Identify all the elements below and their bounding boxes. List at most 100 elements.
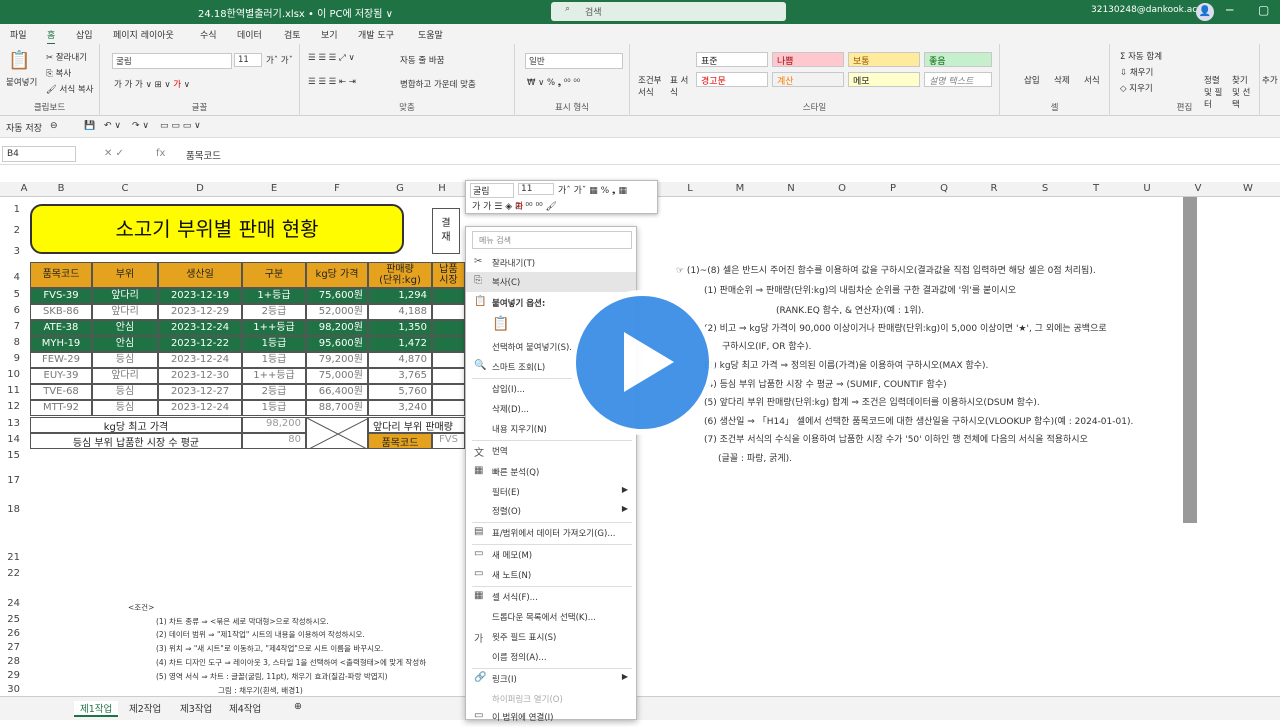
row-header[interactable]: 17 [0,475,20,486]
row-header[interactable]: 14 [0,434,20,445]
col-header[interactable]: D [158,183,242,194]
summary-label[interactable]: 앞다리 부위 판매량 [368,417,465,433]
table-cell[interactable]: 1++등급 [242,368,306,384]
insert-cells-button[interactable]: 삽입 [1024,74,1040,86]
table-cell[interactable]: 2023-12-24 [158,352,242,368]
table-cell[interactable]: SKB-86 [30,304,92,320]
table-cell[interactable]: EUY-39 [30,368,92,384]
account-name[interactable]: 32130248@dankook.ac.kr [1091,5,1209,15]
col-header[interactable]: F [306,183,368,194]
table-cell[interactable] [432,352,465,368]
col-header[interactable]: Q [934,183,954,194]
table-cell[interactable] [432,336,465,352]
redo-icon[interactable]: ↷ ∨ [132,121,149,131]
tab-page-layout[interactable]: 페이지 레이아웃 [113,28,174,41]
formula-input[interactable]: 품목코드 [186,148,221,162]
table-cell[interactable] [432,384,465,400]
style-explanatory[interactable]: 설명 텍스트 [924,72,992,87]
paste-button[interactable]: 붙여넣기 [6,76,37,88]
table-cell[interactable] [432,320,465,336]
col-header[interactable]: A [18,183,30,194]
row-header[interactable]: 3 [0,246,20,257]
table-cell[interactable]: TVE-68 [30,384,92,400]
style-good[interactable]: 좋음 [924,52,992,67]
wrap-text-button[interactable]: 자동 줄 바꿈 [400,54,445,66]
col-header[interactable]: U [1137,183,1157,194]
fill-button[interactable]: ⇩ 채우기 [1120,66,1153,78]
menu-item-link[interactable]: 🔗 링크(I) ▶ [466,669,636,689]
minimize-icon[interactable]: ─ [1226,3,1233,17]
cancel-icon[interactable]: ✕ ✓ [104,148,124,159]
row-header[interactable]: 15 [0,450,20,461]
menu-item-define-name[interactable]: 이름 정의(A)... [466,647,636,667]
table-cell[interactable]: 2등급 [242,384,306,400]
merge-center-button[interactable]: 병합하고 가운데 맞춤 [400,78,476,90]
font-grow-icon[interactable]: 가ˆ 가ˇ [266,54,293,66]
search-box[interactable]: ⌕ 검색 [551,2,786,21]
currency-icon[interactable]: ₩ ∨ % ❟ ⁰⁰ ⁰⁰ [527,78,580,88]
row-header[interactable]: 21 [0,552,20,563]
table-cell[interactable]: 안심 [92,320,158,336]
table-cell[interactable]: 4,188 [368,304,432,320]
table-cell[interactable]: 앞다리 [92,304,158,320]
summary-value[interactable]: 80 [242,433,306,449]
row-header[interactable]: 7 [0,321,20,332]
row-header[interactable]: 22 [0,568,20,579]
table-cell[interactable]: 앞다리 [92,288,158,304]
style-warning[interactable]: 경고문 [696,72,768,87]
tab-developer[interactable]: 개발 도구 [358,28,394,41]
autosave-toggle[interactable]: ⊖ [50,121,58,131]
col-header[interactable]: T [1086,183,1106,194]
table-cell[interactable]: 안심 [92,336,158,352]
mini-font-select[interactable]: 굴림 [470,183,514,198]
conditional-format-button[interactable]: 조건부 서식 [638,74,666,98]
col-header[interactable]: L [680,183,700,194]
tab-insert[interactable]: 삽입 [76,28,93,41]
table-cell[interactable] [432,288,465,304]
table-cell[interactable]: 1등급 [242,352,306,368]
table-cell[interactable]: 2023-12-30 [158,368,242,384]
sheet-tab[interactable]: 제1작업 [74,701,119,717]
table-cell[interactable]: 66,400원 [306,384,368,400]
font-size-select[interactable]: 11 [234,53,262,67]
header-cell[interactable]: 납품 시장 [432,262,465,288]
sheet-tab[interactable]: 제4작업 [229,701,261,715]
table-cell[interactable]: 52,000원 [306,304,368,320]
table-cell[interactable]: 2023-12-24 [158,400,242,416]
row-header[interactable]: 4 [0,272,20,283]
sheet-tab[interactable]: 제3작업 [180,701,212,715]
bold-italic-underline[interactable]: 가 가 가 ∨ ⊞ ∨ 가 ∨ [114,78,190,90]
row-header[interactable]: 27 [0,642,20,653]
summary-label[interactable]: kg당 최고 가격 [30,417,242,433]
style-calc[interactable]: 계산 [772,72,844,87]
cut-button[interactable]: ✂ 잘라내기 [46,51,87,63]
sheet-title[interactable]: 소고기 부위별 판매 현황 [30,204,404,254]
row-header[interactable]: 30 [0,684,20,695]
table-cell[interactable] [432,400,465,416]
autosum-button[interactable]: Σ 자동 합계 [1120,50,1162,62]
col-header[interactable]: V [1188,183,1208,194]
table-cell[interactable]: 88,700원 [306,400,368,416]
more-button[interactable]: 추가 [1262,74,1278,86]
add-sheet-icon[interactable]: ⊕ [294,701,302,712]
table-cell[interactable]: 등심 [92,352,158,368]
table-cell[interactable]: MTT-92 [30,400,92,416]
table-cell[interactable]: 1,472 [368,336,432,352]
header-cell[interactable]: 품목코드 [30,262,92,288]
header-cell[interactable]: 판매량 (단위:kg) [368,262,432,288]
table-cell[interactable]: 95,600원 [306,336,368,352]
style-bad[interactable]: 나쁨 [772,52,844,67]
tab-help[interactable]: 도움말 [418,28,443,41]
header-cell[interactable]: kg당 가격 [306,262,368,288]
row-header[interactable]: 25 [0,614,20,625]
video-play-button[interactable] [570,290,715,435]
sheet-tab[interactable]: 제2작업 [129,701,161,715]
col-header[interactable]: S [1035,183,1055,194]
menu-search-input[interactable]: 메뉴 검색 [472,231,632,249]
number-format-select[interactable]: 일반 [525,53,623,69]
row-header[interactable]: 8 [0,337,20,348]
col-header[interactable]: P [883,183,903,194]
table-cell[interactable]: 1+등급 [242,288,306,304]
table-cell[interactable]: 1,350 [368,320,432,336]
font-name-select[interactable]: 굴림 [112,53,232,69]
